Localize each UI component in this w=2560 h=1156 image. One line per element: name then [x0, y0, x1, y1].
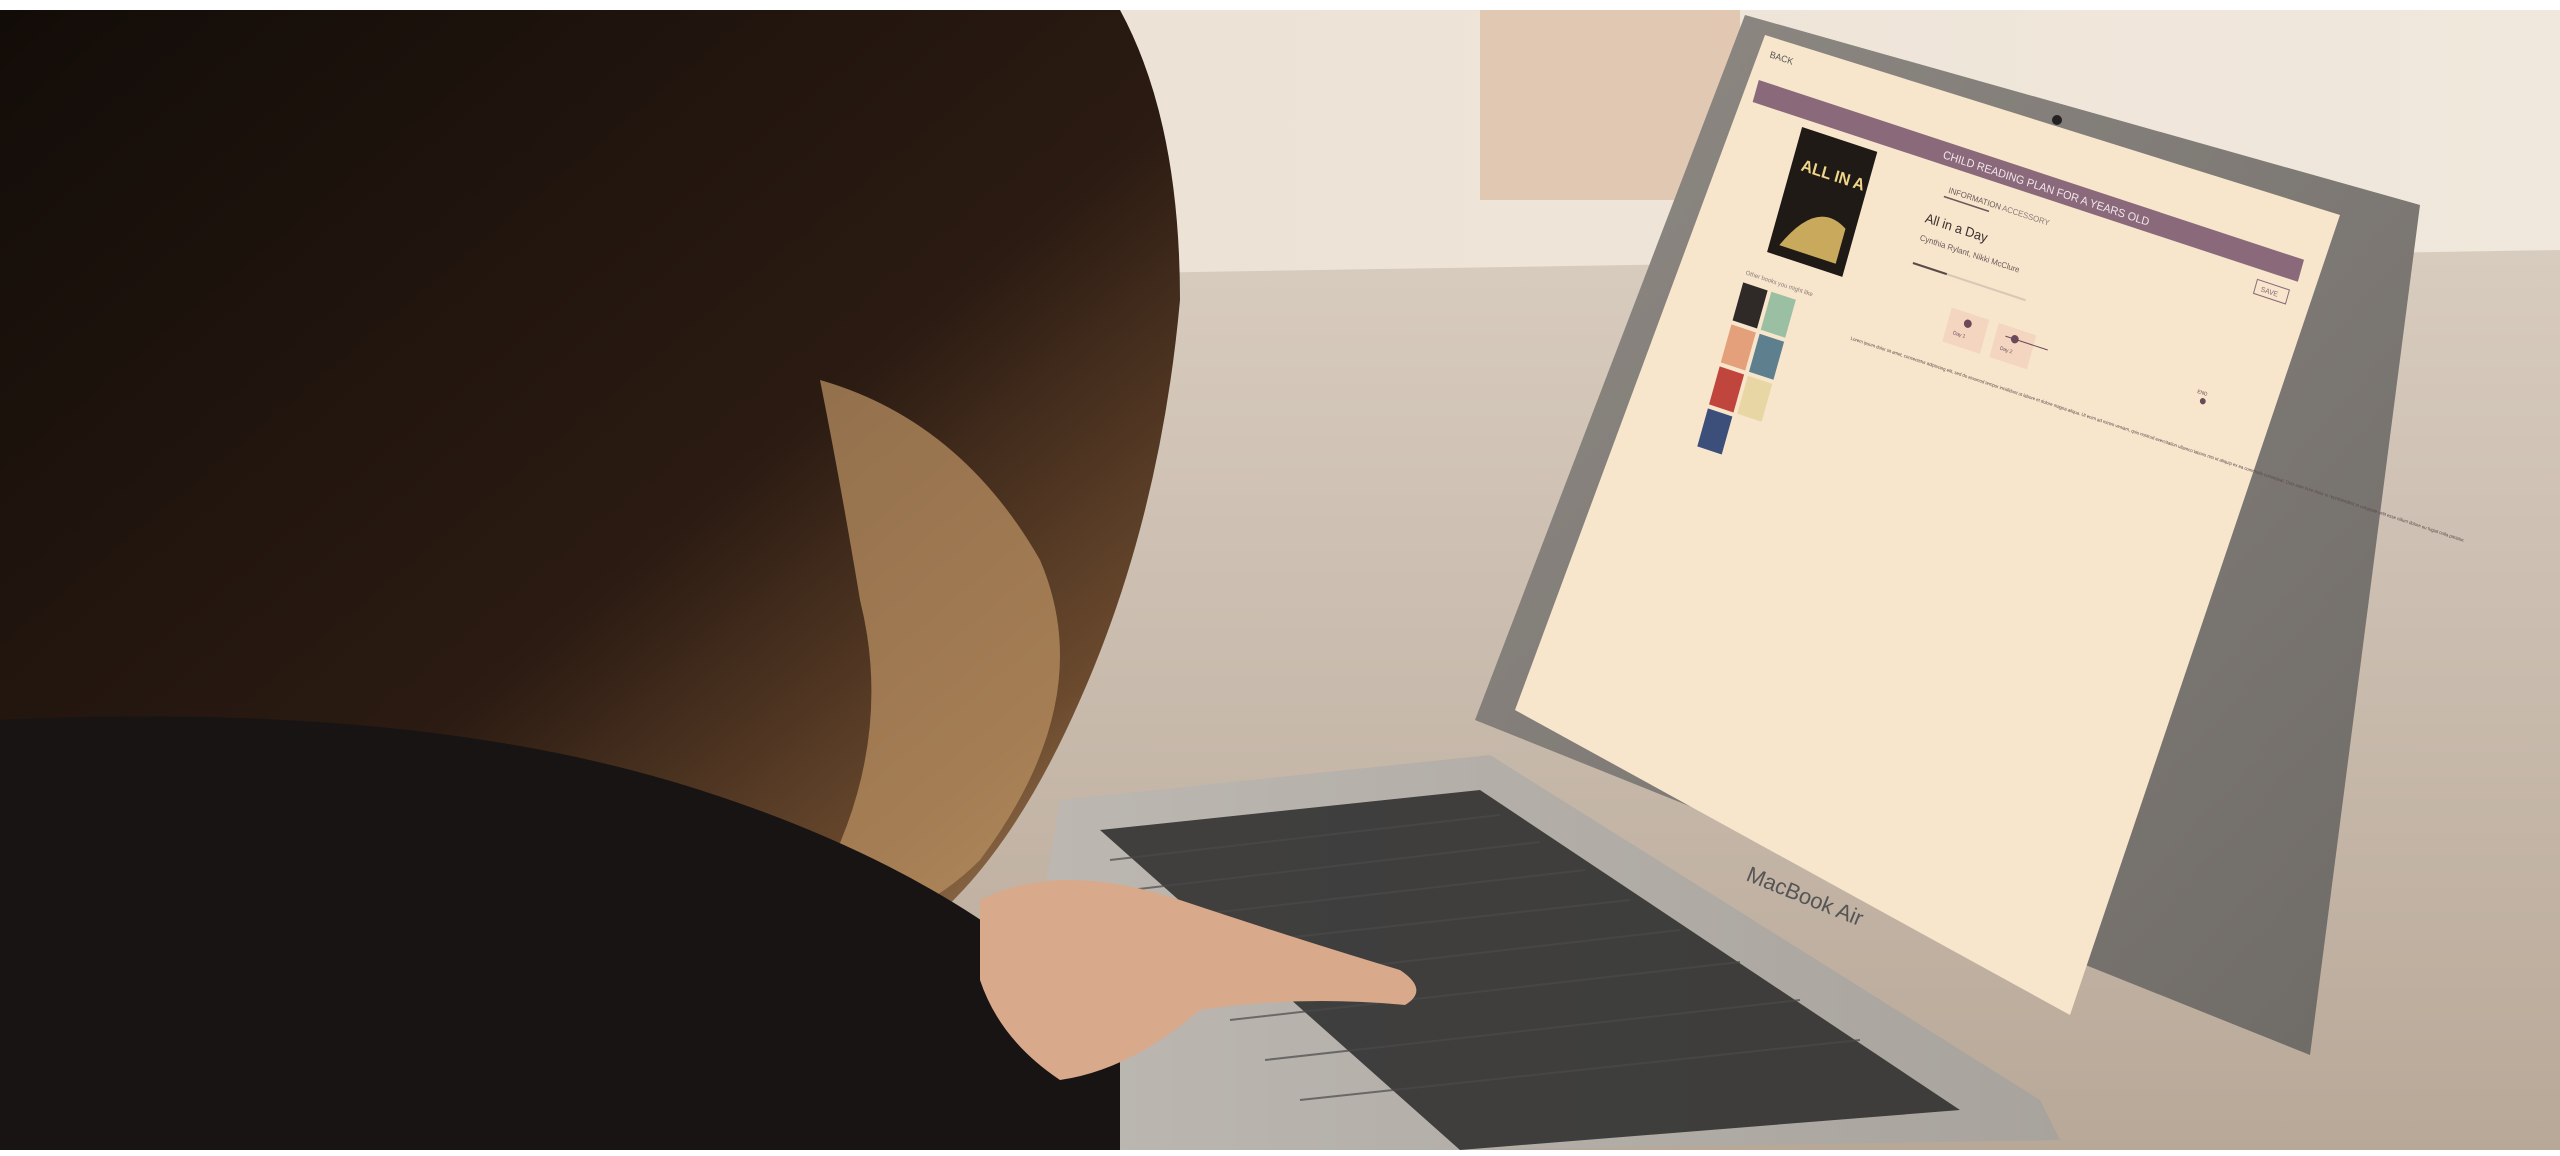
webcam [2052, 115, 2062, 125]
photo-scene: MacBook Air BACK CHILD READING PLAN FOR … [0, 10, 2560, 1156]
